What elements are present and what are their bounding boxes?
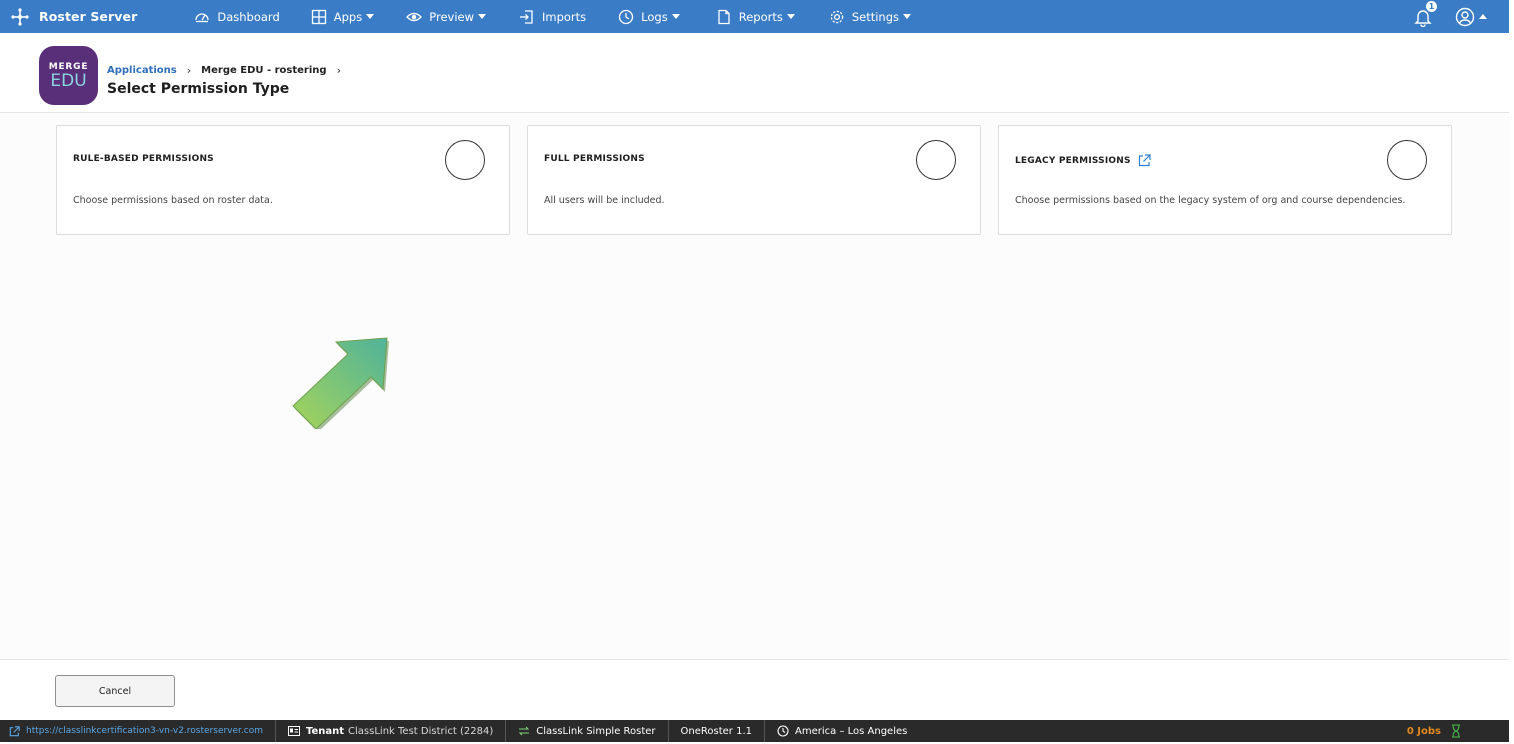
external-link-icon [8, 725, 20, 737]
notifications-button[interactable]: 1 [1413, 0, 1437, 27]
external-link-icon[interactable] [1138, 154, 1151, 167]
nav-right: 1 [1413, 0, 1487, 33]
brand[interactable]: Roster Server [9, 0, 137, 33]
nav-item-label: Logs [641, 9, 668, 24]
hourglass-icon [1451, 724, 1461, 738]
card-description: Choose permissions based on roster data. [73, 195, 273, 206]
chevron-down-icon [786, 14, 795, 19]
legacy-permissions-radio[interactable] [1387, 140, 1427, 180]
status-bar: https://classlinkcertification3-vn-v2.ro… [0, 720, 1509, 742]
nav-item-label: Reports [738, 9, 783, 24]
main-content: RULE-BASED PERMISSIONS Choose permission… [0, 114, 1509, 659]
page-header: MERGE EDU Applications › Merge EDU - ros… [0, 33, 1509, 113]
logo-bottom-text: EDU [50, 70, 87, 91]
status-roster: ClassLink Simple Roster [506, 720, 669, 742]
cancel-button[interactable]: Cancel [55, 675, 175, 707]
rule-based-radio[interactable] [445, 140, 485, 180]
tenant-label: Tenant [306, 725, 345, 737]
nav-item-label: Preview [429, 9, 474, 24]
app-logo: MERGE EDU [39, 46, 98, 105]
gear-icon [829, 9, 845, 25]
card-title: RULE-BASED PERMISSIONS [73, 154, 214, 164]
id-card-icon [288, 725, 300, 737]
breadcrumb: Applications › Merge EDU - rostering › [107, 64, 351, 77]
nav-item-label: Settings [851, 9, 900, 24]
chevron-up-icon [1479, 14, 1487, 19]
document-icon [716, 9, 732, 25]
nav-item-label: Imports [542, 9, 587, 24]
card-description: All users will be included. [544, 195, 665, 206]
breadcrumb-applications-link[interactable]: Applications [107, 65, 177, 76]
import-icon [519, 9, 535, 25]
chevron-right-icon: › [186, 64, 192, 77]
nav-item-dashboard[interactable]: Dashboard [194, 0, 280, 33]
notification-badge: 1 [1426, 0, 1437, 12]
nav-item-reports[interactable]: Reports [716, 0, 795, 33]
eye-icon [406, 9, 423, 25]
card-rule-based-permissions[interactable]: RULE-BASED PERMISSIONS Choose permission… [56, 125, 510, 235]
logo-top-text: MERGE [48, 61, 89, 72]
status-url[interactable]: https://classlinkcertification3-vn-v2.ro… [0, 720, 276, 742]
chevron-right-icon: › [336, 64, 341, 77]
nav-item-imports[interactable]: Imports [519, 0, 586, 33]
nav-item-preview[interactable]: Preview [406, 0, 486, 33]
window-edge [1509, 0, 1514, 744]
clock-icon [777, 725, 789, 737]
status-url-link[interactable]: https://classlinkcertification3-vn-v2.ro… [26, 726, 263, 736]
card-full-permissions[interactable]: FULL PERMISSIONS All users will be inclu… [527, 125, 981, 235]
apps-grid-icon [311, 9, 327, 25]
page-footer: Cancel [0, 659, 1509, 720]
nav-item-settings[interactable]: Settings [829, 0, 912, 33]
swap-arrows-icon [518, 725, 530, 737]
card-description: Choose permissions based on the legacy s… [1015, 195, 1406, 206]
full-permissions-radio[interactable] [916, 140, 956, 180]
top-navigation-bar: Roster Server Dashboard Apps Preview Imp… [0, 0, 1509, 33]
roster-server-logo-icon [9, 6, 31, 28]
chevron-down-icon [366, 14, 375, 19]
nav-item-label: Dashboard [217, 9, 280, 24]
tenant-value: ClassLink Test District (2284) [348, 725, 494, 737]
status-oneroster: OneRoster 1.1 [669, 720, 766, 742]
user-menu-button[interactable] [1455, 7, 1487, 27]
card-legacy-permissions[interactable]: LEGACY PERMISSIONS Choose permissions ba… [998, 125, 1452, 235]
card-title-text: FULL PERMISSIONS [544, 154, 645, 164]
nav-item-label: Apps [333, 9, 363, 24]
annotation-arrow-icon [292, 337, 389, 429]
card-title-text: LEGACY PERMISSIONS [1015, 155, 1131, 166]
oneroster-version: OneRoster 1.1 [680, 725, 753, 737]
user-avatar-icon [1455, 7, 1475, 26]
clock-icon [618, 9, 634, 25]
jobs-indicator[interactable]: 0 Jobs [1407, 720, 1461, 742]
chevron-down-icon [903, 14, 912, 19]
card-title: FULL PERMISSIONS [544, 154, 645, 164]
brand-title: Roster Server [39, 9, 138, 24]
nav-item-apps[interactable]: Apps [311, 0, 375, 33]
dashboard-icon [194, 9, 210, 25]
timezone-value: America – Los Angeles [795, 725, 908, 737]
chevron-down-icon [478, 14, 486, 19]
breadcrumb-current[interactable]: Merge EDU - rostering [201, 65, 326, 76]
main-menu: Dashboard Apps Preview Imports Logs Repo… [194, 0, 912, 33]
card-title: LEGACY PERMISSIONS [1015, 154, 1151, 167]
nav-item-logs[interactable]: Logs [618, 0, 680, 33]
card-title-text: RULE-BASED PERMISSIONS [73, 154, 214, 164]
page-title: Select Permission Type [107, 81, 290, 97]
jobs-count: 0 Jobs [1406, 725, 1441, 737]
chevron-down-icon [671, 14, 680, 19]
roster-name: ClassLink Simple Roster [536, 725, 656, 737]
status-tenant: Tenant ClassLink Test District (2284) [276, 720, 507, 742]
status-timezone: America – Los Angeles [765, 720, 919, 742]
